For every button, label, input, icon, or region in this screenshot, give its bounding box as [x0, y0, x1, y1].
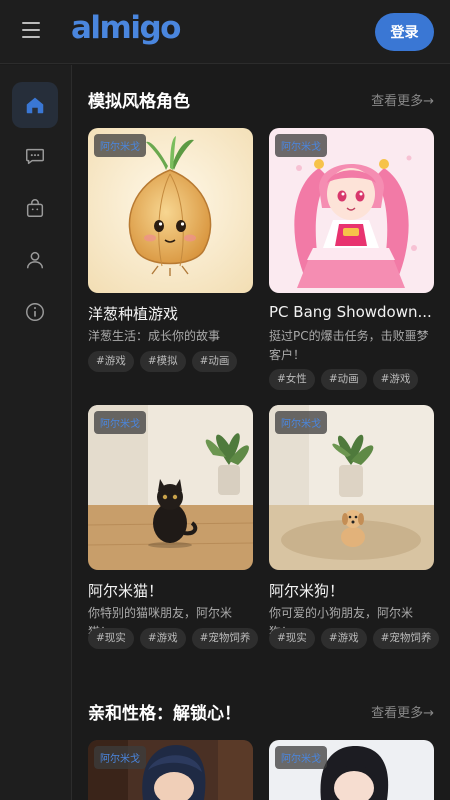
section-title: 亲和性格：解锁心！ — [88, 704, 241, 724]
tag-list: #现实 #游戏 #宠物饲养 — [88, 628, 259, 649]
tag[interactable]: #游戏 — [88, 351, 134, 372]
sidebar-item-store[interactable] — [12, 185, 58, 231]
tag[interactable]: #游戏 — [372, 369, 419, 390]
creator-badge: 阿尔米戈 — [275, 134, 327, 157]
tag[interactable]: #动画 — [191, 351, 238, 372]
tag[interactable]: #现实 — [88, 628, 134, 649]
section-title: 模拟风格角色 — [88, 92, 190, 112]
creator-badge: 阿尔米戈 — [94, 411, 146, 434]
menu-icon[interactable] — [22, 22, 50, 44]
tag-list: #现实 #游戏 #宠物饲养 — [269, 628, 440, 649]
tag[interactable]: #游戏 — [139, 628, 186, 649]
tag[interactable]: #模拟 — [139, 351, 186, 372]
main-content: 模拟风格角色 查看更多→ 阿尔米戈 洋葱种植游戏 洋葱生活：成长你的故事 #游戏… — [72, 65, 450, 800]
tag[interactable]: #宠物饲养 — [191, 628, 259, 649]
creator-badge: 阿尔米戈 — [275, 411, 327, 434]
chat-icon — [26, 148, 44, 165]
see-more-link[interactable]: 查看更多→ — [371, 702, 434, 721]
card-title: 阿尔米猫！ — [88, 582, 164, 600]
user-icon — [26, 251, 44, 269]
sidebar-item-profile[interactable] — [12, 237, 58, 283]
tag-list: #游戏 #模拟 #动画 — [88, 351, 238, 372]
brand-logo[interactable]: almigo — [71, 10, 181, 46]
tag[interactable]: #现实 — [269, 628, 315, 649]
sidebar-item-info[interactable] — [12, 289, 58, 335]
tag[interactable]: #动画 — [320, 369, 367, 390]
tag-list: #女性 #动画 #游戏 — [269, 369, 419, 390]
tag[interactable]: #游戏 — [320, 628, 367, 649]
card-title: 阿尔米狗！ — [269, 582, 345, 600]
creator-badge: 阿尔米戈 — [94, 134, 146, 157]
sidebar-item-home[interactable] — [12, 82, 58, 128]
login-button[interactable]: 登录 — [375, 13, 434, 51]
sidebar — [0, 65, 72, 800]
creator-badge: 阿尔米戈 — [275, 746, 327, 769]
app-header: almigo 登录 — [0, 0, 450, 64]
sidebar-item-chat[interactable] — [12, 133, 58, 179]
tag[interactable]: #宠物饲养 — [372, 628, 440, 649]
card-description: 挺过PC的爆击任务，击败噩梦客户！ — [269, 329, 429, 362]
card-description: 洋葱生活：成长你的故事 — [88, 329, 221, 343]
card-title: PC Bang Showdown... — [269, 303, 432, 321]
tag[interactable]: #女性 — [269, 369, 315, 390]
bag-icon — [26, 199, 44, 217]
creator-badge: 阿尔米戈 — [94, 746, 146, 769]
card-title: 洋葱种植游戏 — [88, 305, 179, 323]
home-icon — [26, 97, 44, 114]
see-more-link[interactable]: 查看更多→ — [371, 90, 434, 109]
info-icon — [26, 303, 44, 321]
